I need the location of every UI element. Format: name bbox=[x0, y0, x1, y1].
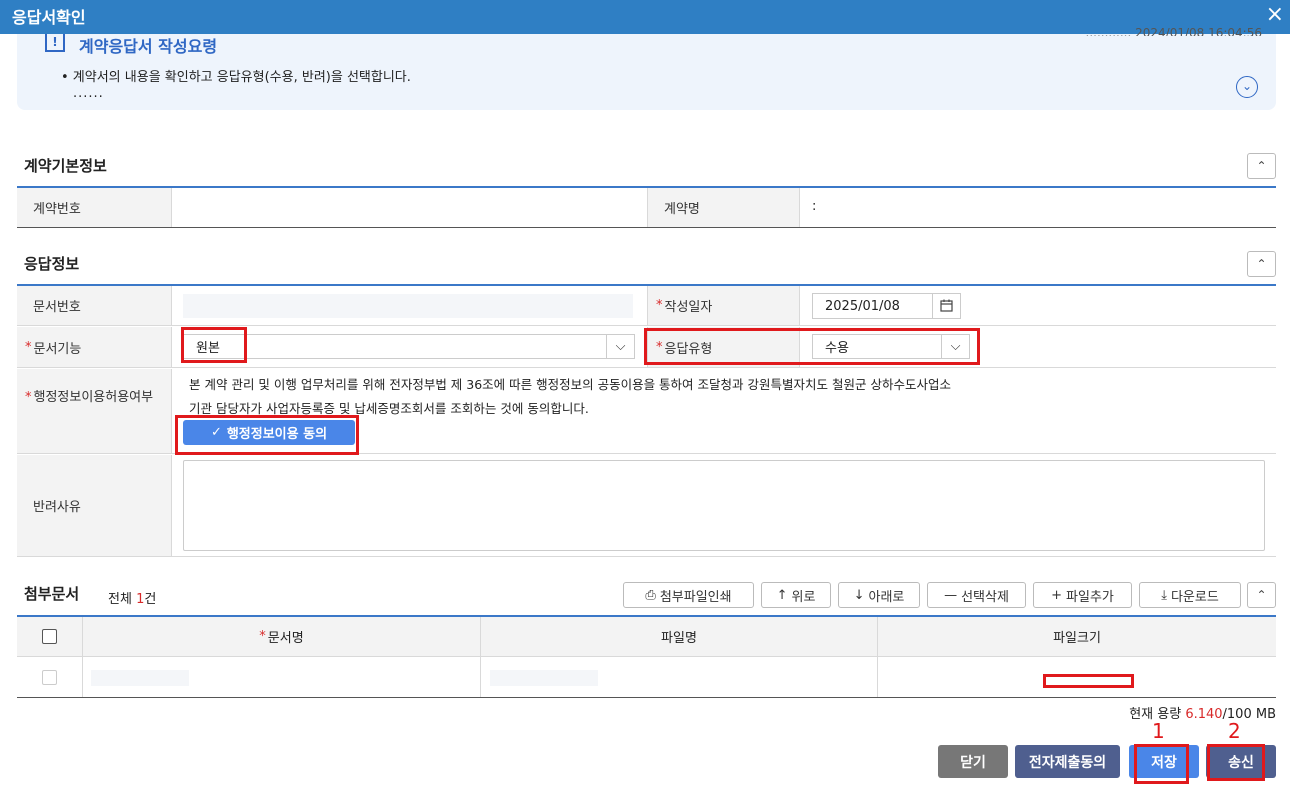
guide-panel: ! 계약응답서 작성요령 ............ 2024/01/08 16:… bbox=[17, 26, 1276, 110]
arrow-up-icon: ↑ bbox=[776, 587, 788, 603]
guide-meta: ............ 2024/01/08 16:04:56 bbox=[1085, 26, 1262, 36]
function-label: * 문서기능 bbox=[17, 327, 172, 367]
date-value: 2025/01/08 bbox=[825, 298, 900, 314]
capacity-used: 6.140 bbox=[1185, 707, 1223, 722]
minus-icon: — bbox=[944, 587, 958, 603]
contract-collapse-button[interactable]: ⌃ bbox=[1247, 153, 1276, 179]
chevron-down-icon: ⌵ bbox=[606, 335, 634, 358]
consent-label: * 행정정보이용허용여부 bbox=[17, 369, 172, 453]
total-suffix: 건 bbox=[144, 592, 157, 607]
add-file-button[interactable]: + 파일추가 bbox=[1033, 582, 1132, 608]
docno-label: 문서번호 bbox=[17, 286, 172, 325]
guide-more-text: ...... bbox=[73, 86, 104, 101]
move-down-button[interactable]: ↓ 아래로 bbox=[838, 582, 920, 608]
attachments-total: 전체 1건 bbox=[108, 588, 156, 607]
docno-value bbox=[183, 294, 633, 318]
up-label: 위로 bbox=[791, 589, 816, 605]
row-select-cell bbox=[17, 657, 83, 697]
guide-title: 계약응답서 작성요령 bbox=[79, 37, 218, 56]
print-attachments-button[interactable]: ⎙ 첨부파일인쇄 bbox=[623, 582, 754, 608]
required-mark: * bbox=[656, 298, 663, 313]
date-label: * 작성일자 bbox=[647, 286, 800, 325]
date-input[interactable]: 2025/01/08 bbox=[812, 293, 961, 319]
response-collapse-button[interactable]: ⌃ bbox=[1247, 251, 1276, 277]
contract-section-title: 계약기본정보 bbox=[24, 157, 107, 175]
total-prefix: 전체 bbox=[108, 592, 137, 607]
highlight-function bbox=[181, 327, 247, 363]
annotation-1: 1 bbox=[1152, 719, 1165, 743]
function-select[interactable]: 원본 ⌵ bbox=[183, 334, 635, 359]
expand-icon[interactable]: ⌄ bbox=[1236, 76, 1258, 98]
contract-name-value: : bbox=[812, 199, 817, 214]
contract-row: 계약번호 계약명 : bbox=[17, 188, 1276, 228]
attachments-header-row: * 문서명 파일명 파일크기 bbox=[17, 617, 1276, 657]
consent-label-text: 행정정보이용허용여부 bbox=[33, 390, 154, 405]
highlight-save bbox=[1134, 744, 1189, 784]
annotation-2: 2 bbox=[1228, 719, 1241, 743]
select-all-cell bbox=[17, 617, 83, 656]
highlight-filesize bbox=[1043, 674, 1134, 688]
calendar-icon[interactable] bbox=[932, 294, 960, 318]
highlight-consent bbox=[175, 415, 359, 455]
notice-icon: ! bbox=[45, 34, 65, 52]
date-label-text: 작성일자 bbox=[664, 300, 713, 315]
required-mark: * bbox=[25, 390, 32, 405]
reject-row: 반려사유 bbox=[17, 455, 1276, 557]
down-label: 아래로 bbox=[868, 589, 905, 605]
select-all-checkbox[interactable] bbox=[42, 629, 57, 644]
col-docname: * 문서명 bbox=[83, 617, 481, 656]
attachments-section-title: 첨부문서 bbox=[24, 585, 80, 603]
required-mark: * bbox=[25, 339, 32, 355]
close-button[interactable]: 닫기 bbox=[938, 745, 1008, 778]
highlight-send bbox=[1207, 744, 1265, 781]
docno-row: 문서번호 * 작성일자 2025/01/08 bbox=[17, 286, 1276, 326]
download-button[interactable]: ⤓ 다운로드 bbox=[1139, 582, 1241, 608]
contract-number-label: 계약번호 bbox=[17, 188, 172, 227]
col-docname-label: 문서명 bbox=[267, 631, 304, 646]
printer-icon: ⎙ bbox=[645, 587, 656, 603]
reject-label: 반려사유 bbox=[17, 455, 172, 556]
function-label-text: 문서기능 bbox=[33, 341, 82, 357]
window-title: 응답서확인 bbox=[12, 8, 86, 27]
reject-reason-textarea[interactable] bbox=[183, 460, 1265, 551]
contract-name-label: 계약명 bbox=[647, 188, 800, 227]
delete-selected-button[interactable]: — 선택삭제 bbox=[927, 582, 1026, 608]
guide-bullet: • 계약서의 내용을 확인하고 응답유형(수용, 반려)을 선택합니다. bbox=[61, 70, 411, 85]
row-checkbox[interactable] bbox=[42, 669, 57, 685]
add-label: 파일추가 bbox=[1066, 589, 1114, 605]
plus-icon: + bbox=[1051, 587, 1063, 603]
col-filename: 파일명 bbox=[481, 617, 878, 656]
consent-text-1: 본 계약 관리 및 이행 업무처리를 위해 전자정부법 제 36조에 따른 행정… bbox=[189, 377, 951, 392]
attachments-collapse-button[interactable]: ⌃ bbox=[1247, 582, 1276, 608]
row-filename-value bbox=[490, 670, 598, 686]
e-submit-consent-button[interactable]: 전자제출동의 bbox=[1015, 745, 1120, 778]
delete-label: 선택삭제 bbox=[961, 589, 1009, 605]
col-filesize: 파일크기 bbox=[1053, 631, 1101, 646]
download-label: 다운로드 bbox=[1170, 589, 1219, 605]
print-label: 첨부파일인쇄 bbox=[659, 589, 732, 605]
highlight-type bbox=[644, 328, 980, 365]
required-mark: * bbox=[259, 629, 266, 644]
arrow-down-icon: ↓ bbox=[853, 587, 865, 603]
close-icon[interactable]: × bbox=[1266, 2, 1284, 27]
download-icon: ⤓ bbox=[1161, 587, 1167, 603]
move-up-button[interactable]: ↑ 위로 bbox=[761, 582, 831, 608]
row-docname-value bbox=[91, 670, 189, 686]
response-section-title: 응답정보 bbox=[24, 255, 80, 273]
